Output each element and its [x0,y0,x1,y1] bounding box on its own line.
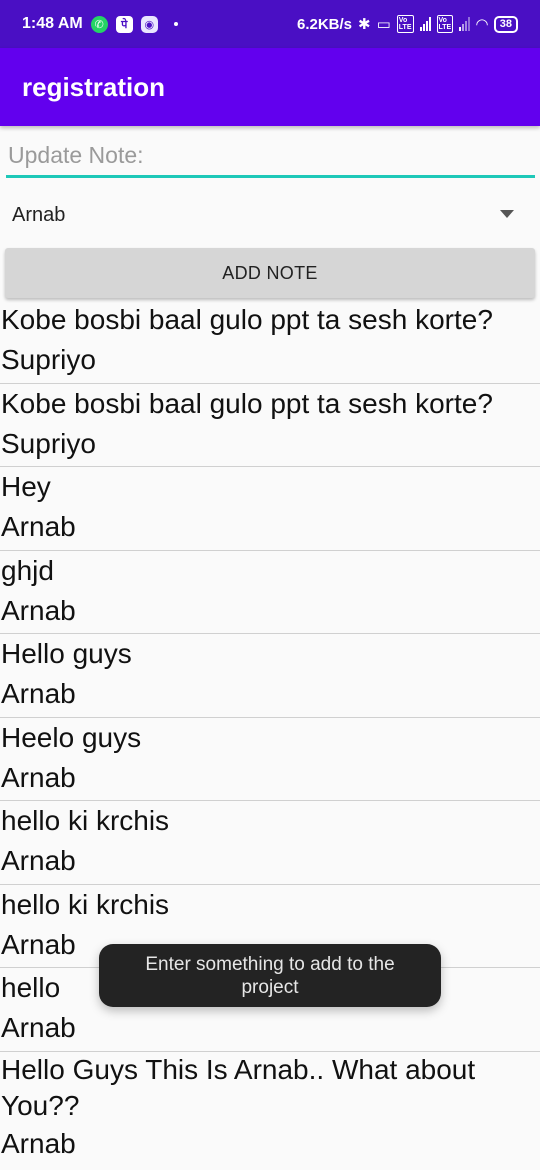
note-author: Arnab [1,1012,76,1043]
note-author: Arnab [1,594,76,626]
list-item[interactable]: Kobe bosbi baal gulo ppt ta sesh korte? … [0,300,540,384]
note-author: Arnab [1,678,76,709]
battery-icon: 38 [493,15,518,33]
notes-list[interactable]: Kobe bosbi baal gulo ppt ta sesh korte? … [0,300,540,1170]
note-text: Hello Guys This Is Arnab.. What about Yo… [1,1053,476,1121]
update-note-input[interactable] [6,136,535,178]
signal-icon-2 [459,17,471,31]
wifi-icon: ◠ [476,16,488,33]
status-bar: 1:48 AM ✆ पे ◉ 6.2KB/s ✱ ▭ Vo LTE Vo LTE ◠… [0,0,540,48]
note-author: Supriyo [1,344,96,375]
note-author: Arnab [1,511,76,542]
note-text: Kobe bosbi baal gulo ppt ta sesh korte? [1,304,493,335]
note-author: Arnab [1,1127,76,1159]
list-item[interactable]: Hello Guys This Is Arnab.. What about Yo… [0,1052,540,1170]
discord-icon: ◉ [140,15,158,33]
list-item[interactable]: Heelo guys Arnab [0,718,540,801]
app-title: registration [22,71,166,102]
vibrate-icon: ▭ [376,16,391,33]
note-author: Supriyo [1,427,96,459]
list-item[interactable]: Hello guys Arnab [0,634,540,718]
note-text: Heelo guys [1,721,142,753]
author-spinner[interactable]: Arnab [0,192,540,238]
add-note-button[interactable]: ADD NOTE [5,248,535,298]
whatsapp-icon: ✆ [90,15,108,33]
note-author: Arnab [1,761,76,793]
signal-icon [419,17,431,31]
volte-icon: Vo LTE [396,15,414,33]
volte-icon-2: Vo LTE [436,15,454,33]
dropdown-arrow-icon [500,210,514,218]
list-item[interactable]: hello ki krchis Arnab [0,801,540,885]
spinner-selected-value: Arnab [12,203,66,226]
toast-message: Enter something to add to the project [99,944,441,1007]
note-text: hello ki krchis [1,888,170,920]
app-bar: registration [0,48,540,126]
network-speed: 6.2KB/s [297,15,353,33]
notification-dot-icon [173,22,178,26]
status-time: 1:48 AM [22,15,83,32]
note-text: ghjd [1,554,54,586]
list-item[interactable]: Hey Arnab [0,467,540,551]
bluetooth-icon: ✱ [358,16,371,33]
note-author: Arnab [1,845,76,876]
note-text: Hello guys [1,638,132,669]
note-text: Hey [1,471,51,502]
list-item[interactable]: ghjd Arnab [0,551,540,634]
phonepe-icon: पे [115,15,133,33]
note-text: Kobe bosbi baal gulo ppt ta sesh korte? [1,387,493,419]
note-text: hello ki krchis [1,805,170,836]
list-item[interactable]: Kobe bosbi baal gulo ppt ta sesh korte? … [0,384,540,467]
